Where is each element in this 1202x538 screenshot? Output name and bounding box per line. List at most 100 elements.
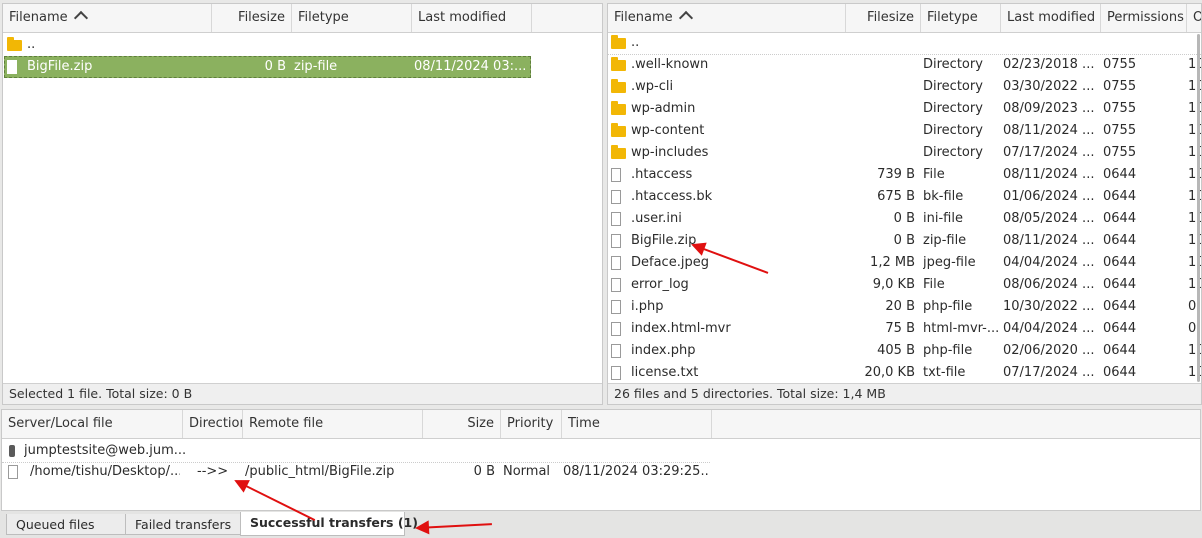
file-icon: [8, 465, 18, 479]
file-permissions: 0755: [1103, 145, 1137, 160]
file-name: .well-known: [631, 57, 709, 72]
local-col-filename[interactable]: Filename: [3, 4, 212, 32]
remote-file-row[interactable]: license.txt 20,0 KB txt-file 07/17/2024 ...…: [608, 362, 1201, 384]
remote-col-filename[interactable]: Filename: [608, 4, 846, 32]
queue-col-remote[interactable]: Remote file: [243, 410, 423, 438]
queue-server: jumptestsite@web.jum...: [24, 443, 187, 458]
remote-file-row[interactable]: Deface.jpeg 1,2 MB jpeg-file 04/04/2024 ...…: [608, 252, 1201, 274]
sort-ascending-icon: [73, 10, 88, 26]
remote-file-row[interactable]: wp-contentDirectory08/11/2024 ...075510: [608, 120, 1201, 142]
remote-col-filesize[interactable]: Filesize: [846, 4, 921, 32]
file-modified: [414, 34, 529, 56]
file-permissions: 0644: [1103, 343, 1137, 358]
queue-col-size[interactable]: Size: [423, 410, 501, 438]
file-permissions: 0755: [1103, 101, 1137, 116]
local-col-modified[interactable]: Last modified: [412, 4, 532, 32]
queue-item-local: /home/tishu/Desktop/...: [30, 464, 180, 479]
queue-col-priority[interactable]: Priority: [501, 410, 562, 438]
file-icon: [611, 234, 621, 248]
transfer-queue[interactable]: Server/Local file Direction Remote file …: [1, 409, 1201, 511]
file-permissions: 0644: [1103, 365, 1137, 380]
folder-icon: [611, 101, 626, 115]
file-name: BigFile.zip: [27, 59, 93, 74]
queue-item-time: 08/11/2024 03:29:25...: [563, 464, 710, 479]
queue-item-size: 0 B: [473, 464, 495, 479]
file-permissions: 0644: [1103, 233, 1137, 248]
local-col-filesize[interactable]: Filesize: [212, 4, 292, 32]
local-file-row[interactable]: BigFile.zip 0 B zip-file 08/11/2024 03:...: [4, 56, 531, 78]
file-type: File: [923, 277, 945, 292]
file-icon: [611, 366, 621, 380]
file-name: wp-includes: [631, 145, 709, 160]
folder-icon: [611, 79, 626, 93]
remote-file-row[interactable]: i.php20 Bphp-file10/30/2022 ...06440 0: [608, 296, 1201, 318]
remote-file-row[interactable]: ..: [608, 32, 1201, 55]
remote-file-row[interactable]: .htaccess.bk 675 B bk-file 01/06/2024 ... 06…: [608, 186, 1201, 208]
remote-col-modified[interactable]: Last modified: [1001, 4, 1101, 32]
tab-queued-files[interactable]: Queued files: [6, 514, 126, 535]
file-icon: [611, 212, 621, 226]
folder-icon: [611, 123, 626, 137]
remote-file-row[interactable]: .wp-cliDirectory03/30/2022 ...075510: [608, 76, 1201, 98]
file-type: Directory: [923, 145, 983, 160]
file-type: [923, 32, 999, 54]
file-size: 20,0 KB: [864, 365, 915, 380]
file-modified: 07/17/2024 ...: [1003, 365, 1095, 380]
local-header: Filename Filesize Filetype Last modified: [3, 4, 602, 33]
file-type: zip-file: [294, 59, 338, 74]
queue-item-remote: /public_html/BigFile.zip: [245, 464, 395, 479]
queue-col-time[interactable]: Time: [562, 410, 712, 438]
remote-file-list[interactable]: Filename Filesize Filetype Last modified…: [607, 3, 1202, 405]
file-modified: 08/11/2024 ...: [1003, 233, 1095, 248]
file-modified: 03/30/2022 ...: [1003, 79, 1095, 94]
folder-icon: [611, 57, 626, 71]
file-type: html-mvr-...: [923, 321, 999, 336]
file-name: ..: [631, 35, 640, 50]
local-col-filetype[interactable]: Filetype: [292, 4, 412, 32]
remote-col-owner[interactable]: Ov: [1187, 4, 1201, 32]
file-size: 0 B: [264, 59, 286, 74]
file-name: wp-content: [631, 123, 705, 138]
remote-file-row[interactable]: index.php 405 B php-file 02/06/2020 ... 0644…: [608, 340, 1201, 362]
file-size: 20 B: [885, 299, 915, 314]
queue-item-row[interactable]: /home/tishu/Desktop/... -->> /public_htm…: [2, 461, 710, 483]
file-name: i.php: [631, 299, 664, 314]
file-permissions: 0644: [1103, 211, 1137, 226]
file-type: Directory: [923, 101, 983, 116]
remote-file-row[interactable]: .user.ini0 Bini-file08/05/2024 ...064410: [608, 208, 1201, 230]
remote-file-row[interactable]: .htaccess739 BFile08/11/2024 ...064410: [608, 164, 1201, 186]
file-name: index.html-mvr: [631, 321, 731, 336]
file-size: 739 B: [877, 167, 915, 182]
tab-successful-transfers[interactable]: Successful transfers (1): [240, 512, 418, 536]
file-name: license.txt: [631, 365, 699, 380]
file-name: wp-admin: [631, 101, 696, 116]
file-size: 1,2 MB: [870, 255, 915, 270]
file-permissions: 0644: [1103, 189, 1137, 204]
queue-col-direction[interactable]: Direction: [183, 410, 243, 438]
file-modified: 08/05/2024 ...: [1003, 211, 1095, 226]
remote-scrollbar[interactable]: [1197, 34, 1200, 382]
remote-file-row[interactable]: error_log9,0 KBFile08/06/2024 ...064410: [608, 274, 1201, 296]
remote-file-row[interactable]: wp-includesDirectory07/17/2024 ...075510: [608, 142, 1201, 164]
queue-col-local[interactable]: Server/Local file: [2, 410, 183, 438]
file-type: txt-file: [923, 365, 966, 380]
queue-item-direction: -->>: [197, 464, 229, 479]
file-modified: 10/30/2022 ...: [1003, 299, 1095, 314]
local-file-row[interactable]: ..: [4, 34, 531, 56]
tab-failed-transfers[interactable]: Failed transfers: [125, 514, 241, 535]
file-name: BigFile.zip: [631, 233, 697, 248]
file-permissions: [1103, 32, 1183, 54]
file-size: [846, 142, 915, 164]
remote-col-filetype[interactable]: Filetype: [921, 4, 1001, 32]
file-modified: 08/06/2024 ...: [1003, 277, 1095, 292]
file-type: Directory: [923, 57, 983, 72]
queue-server-row[interactable]: jumptestsite@web.jum...: [2, 440, 710, 463]
local-file-list[interactable]: Filename Filesize Filetype Last modified…: [2, 3, 603, 405]
sort-ascending-icon: [678, 10, 693, 26]
file-permissions: 0755: [1103, 79, 1137, 94]
remote-col-permissions[interactable]: Permissions: [1101, 4, 1187, 32]
remote-file-row[interactable]: .well-knownDirectory02/23/2018 ...075510: [608, 54, 1201, 76]
remote-file-row[interactable]: index.html-mvr 75 B html-mvr-... 04/04/2024…: [608, 318, 1201, 340]
file-modified: 02/23/2018 ...: [1003, 57, 1095, 72]
remote-file-row[interactable]: wp-adminDirectory08/09/2023 ...075510: [608, 98, 1201, 120]
